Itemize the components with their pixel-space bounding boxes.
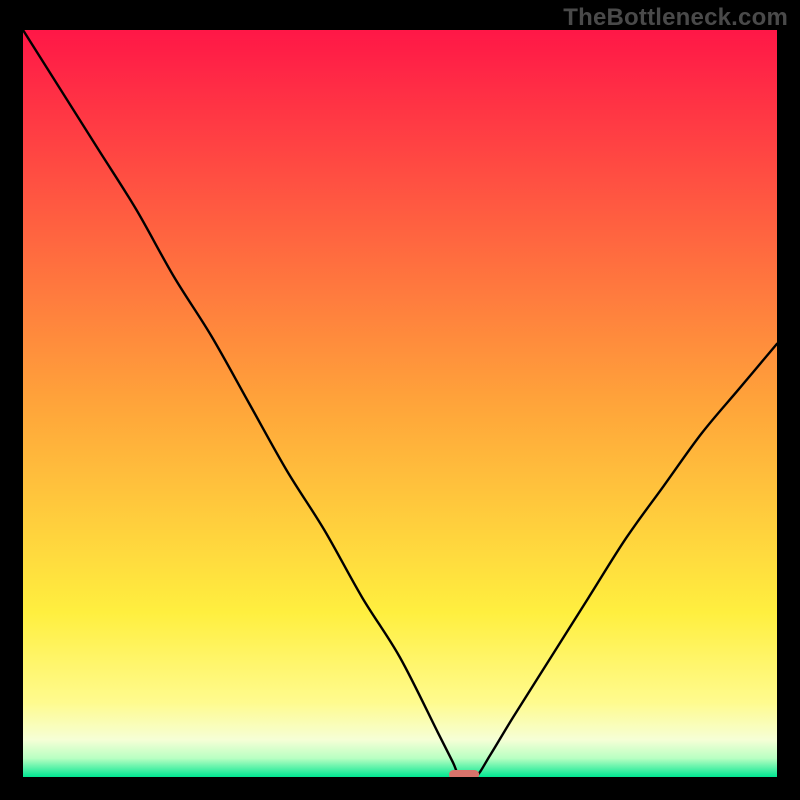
gradient-background xyxy=(23,30,777,777)
optimal-marker xyxy=(449,770,479,777)
bottleneck-curve-chart xyxy=(23,30,777,777)
watermark-text: TheBottleneck.com xyxy=(563,4,788,32)
plot-area xyxy=(23,30,777,777)
chart-frame: TheBottleneck.com xyxy=(0,0,800,800)
